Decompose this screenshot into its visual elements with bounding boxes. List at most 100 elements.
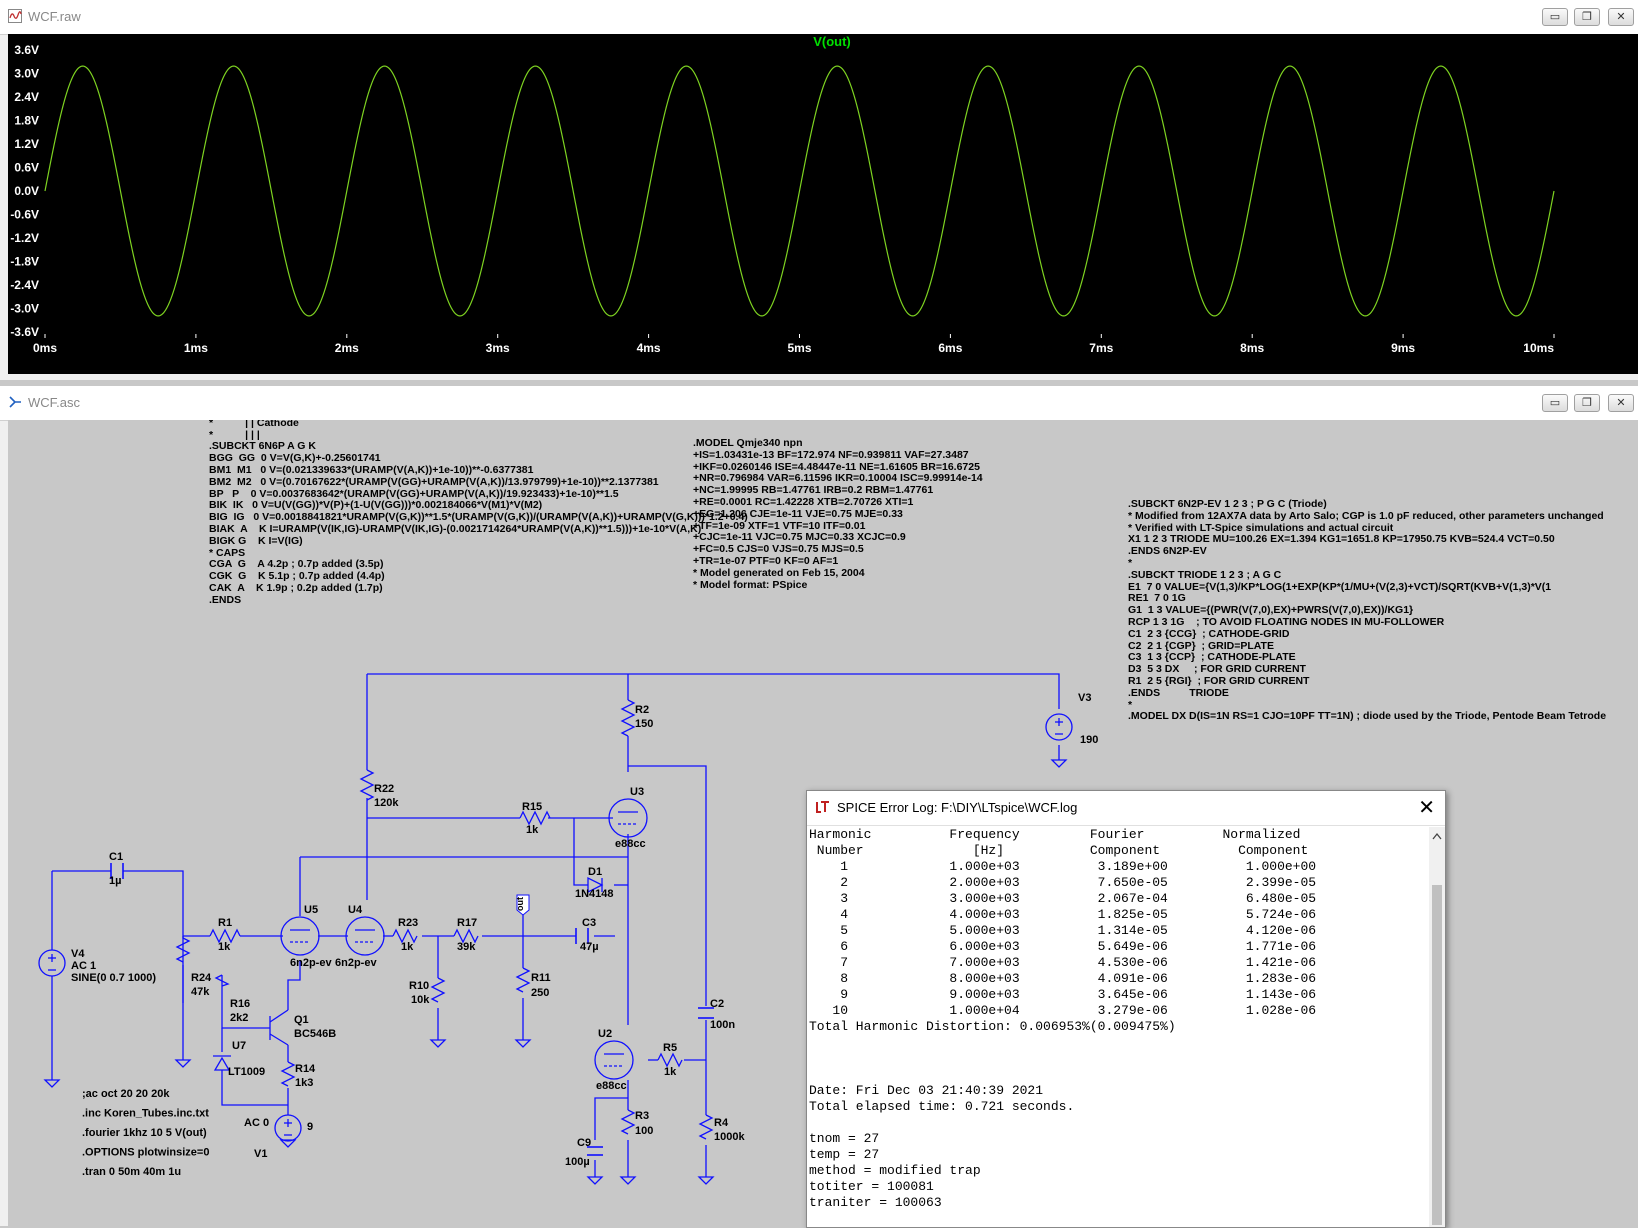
x-tick-label: 5ms (787, 341, 811, 355)
y-tick-label: 3.6V (14, 43, 39, 57)
value-v4-ac: AC 1 (71, 960, 96, 972)
label-r23: R23 (398, 917, 418, 929)
value-r5: 1k (664, 1066, 677, 1078)
label-r2: R2 (635, 704, 649, 716)
scrollbar-thumb[interactable] (1432, 885, 1442, 1225)
value-r22: 120k (374, 797, 399, 809)
label-c1: C1 (109, 851, 123, 863)
value-c3: 47µ (580, 941, 599, 953)
label-r15: R15 (522, 801, 542, 813)
close-button[interactable]: ✕ (1608, 394, 1634, 412)
value-u2: e88cc (596, 1080, 627, 1092)
label-c9: C9 (577, 1137, 591, 1149)
value-u4: 6n2p-ev (335, 957, 377, 969)
value-u7: LT1009 (228, 1066, 265, 1078)
label-v1: V1 (254, 1148, 267, 1160)
label-r4: R4 (714, 1117, 729, 1129)
value-r4: 1000k (714, 1131, 745, 1143)
x-tick-label: 8ms (1240, 341, 1264, 355)
value-r11: 250 (531, 987, 549, 999)
out-net-flag[interactable]: out (515, 894, 530, 916)
trace-label[interactable]: V(out) (813, 34, 851, 49)
label-q1: Q1 (294, 1014, 309, 1026)
value-u3: e88cc (615, 838, 646, 850)
directive-line[interactable]: ;ac oct 20 20 20k (82, 1088, 170, 1100)
minimize-button[interactable]: ▭ (1542, 394, 1568, 412)
label-r3: R3 (635, 1110, 649, 1122)
value-r24: 47k (191, 986, 210, 998)
label-v3: V3 (1078, 692, 1091, 704)
y-tick-label: -1.2V (10, 231, 39, 245)
directive-line[interactable]: .OPTIONS plotwinsize=0 (82, 1147, 209, 1159)
directive-line[interactable]: .inc Koren_Tubes.inc.txt (82, 1108, 209, 1120)
scroll-up-icon[interactable] (1429, 827, 1445, 847)
label-r17: R17 (457, 917, 477, 929)
value-c9: 100µ (565, 1156, 590, 1168)
label-c3: C3 (582, 917, 596, 929)
plot-window-titlebar[interactable]: WCF.raw ▭ ❐ ✕ (0, 0, 1638, 35)
label-r14: R14 (295, 1063, 316, 1075)
y-tick-label: 3.0V (14, 67, 39, 81)
y-tick-label: -3.6V (10, 325, 39, 339)
x-tick-label: 1ms (184, 341, 208, 355)
label-u4: U4 (348, 904, 363, 916)
minimize-button[interactable]: ▭ (1542, 8, 1568, 26)
y-tick-label: 1.2V (14, 137, 39, 151)
restore-button[interactable]: ❐ (1574, 394, 1600, 412)
waveform-plot[interactable]: 3.6V 3.0V 2.4V 1.8V 1.2V 0.6V 0.0V -0.6V -1.2V -1… (8, 34, 1638, 374)
spice-error-log-window: SPICE Error Log: F:\DIY\LTspice\WCF.log … (806, 790, 1446, 1228)
x-tick-label: 10ms (1523, 341, 1554, 355)
label-c2: C2 (710, 998, 724, 1010)
x-tick-label: 9ms (1391, 341, 1415, 355)
spice-directives[interactable]: ;ac oct 20 20 20k .inc Koren_Tubes.inc.tx… (82, 1088, 209, 1178)
waveform-plot-svg[interactable]: 3.6V 3.0V 2.4V 1.8V 1.2V 0.6V 0.0V -0.6V -1.2V -1… (8, 34, 1638, 374)
x-tick-label: 6ms (938, 341, 962, 355)
label-r11: R11 (531, 972, 551, 984)
label-r1: R1 (218, 917, 232, 929)
label-u7: U7 (232, 1040, 246, 1052)
vertical-scrollbar[interactable] (1429, 827, 1445, 1227)
value-q1: BC546B (294, 1028, 336, 1040)
ltspice-logo-icon (815, 799, 831, 815)
y-tick-label: 2.4V (14, 90, 39, 104)
y-tick-label: 1.8V (14, 114, 39, 128)
label-r16: R16 (230, 998, 250, 1010)
value-r3: 100 (635, 1125, 653, 1137)
x-tick-label: 2ms (335, 341, 359, 355)
y-tick-label: -2.4V (10, 278, 39, 292)
value-r2: 150 (635, 718, 653, 730)
x-tick-label: 7ms (1089, 341, 1113, 355)
label-r5: R5 (663, 1042, 677, 1054)
value-u5: 6n2p-ev (290, 957, 332, 969)
waveform-app-icon (8, 9, 22, 23)
directive-line[interactable]: .fourier 1khz 10 5 V(out) (82, 1127, 207, 1139)
schematic-window-titlebar[interactable]: WCF.asc ▭ ❐ ✕ (0, 386, 1638, 421)
schematic-window-title: WCF.asc (28, 395, 80, 410)
y-tick-label: -1.8V (10, 255, 39, 269)
label-d1: D1 (588, 866, 602, 878)
y-tick-label: 0.6V (14, 161, 39, 175)
value-v3: 190 (1080, 734, 1098, 746)
plot-window-title: WCF.raw (28, 9, 81, 24)
value-c1: 1µ (109, 875, 121, 887)
label-u2: U2 (598, 1028, 612, 1040)
error-log-titlebar[interactable]: SPICE Error Log: F:\DIY\LTspice\WCF.log … (807, 791, 1445, 826)
value-r14: 1k3 (295, 1077, 313, 1089)
y-tick-label: -3.0V (10, 302, 39, 316)
x-tick-label: 3ms (486, 341, 510, 355)
value-r16: 2k2 (230, 1012, 248, 1024)
close-button[interactable]: ✕ (1608, 8, 1634, 26)
y-tick-label: 0.0V (14, 184, 39, 198)
label-r24: R24 (191, 972, 212, 984)
error-log-content[interactable]: Harmonic Frequency Fourier Normalized Nu… (809, 827, 1427, 1227)
svg-text:out: out (515, 897, 525, 911)
value-v1-ac: AC 0 (244, 1117, 269, 1129)
error-log-title: SPICE Error Log: F:\DIY\LTspice\WCF.log (837, 800, 1078, 815)
x-tick-label: 4ms (637, 341, 661, 355)
directive-line[interactable]: .tran 0 50m 40m 1u (82, 1166, 181, 1178)
label-u5: U5 (304, 904, 318, 916)
value-r1: 1k (218, 941, 231, 953)
restore-button[interactable]: ❐ (1574, 8, 1600, 26)
label-r10: R10 (409, 980, 429, 992)
close-icon[interactable]: ✕ (1418, 795, 1435, 819)
